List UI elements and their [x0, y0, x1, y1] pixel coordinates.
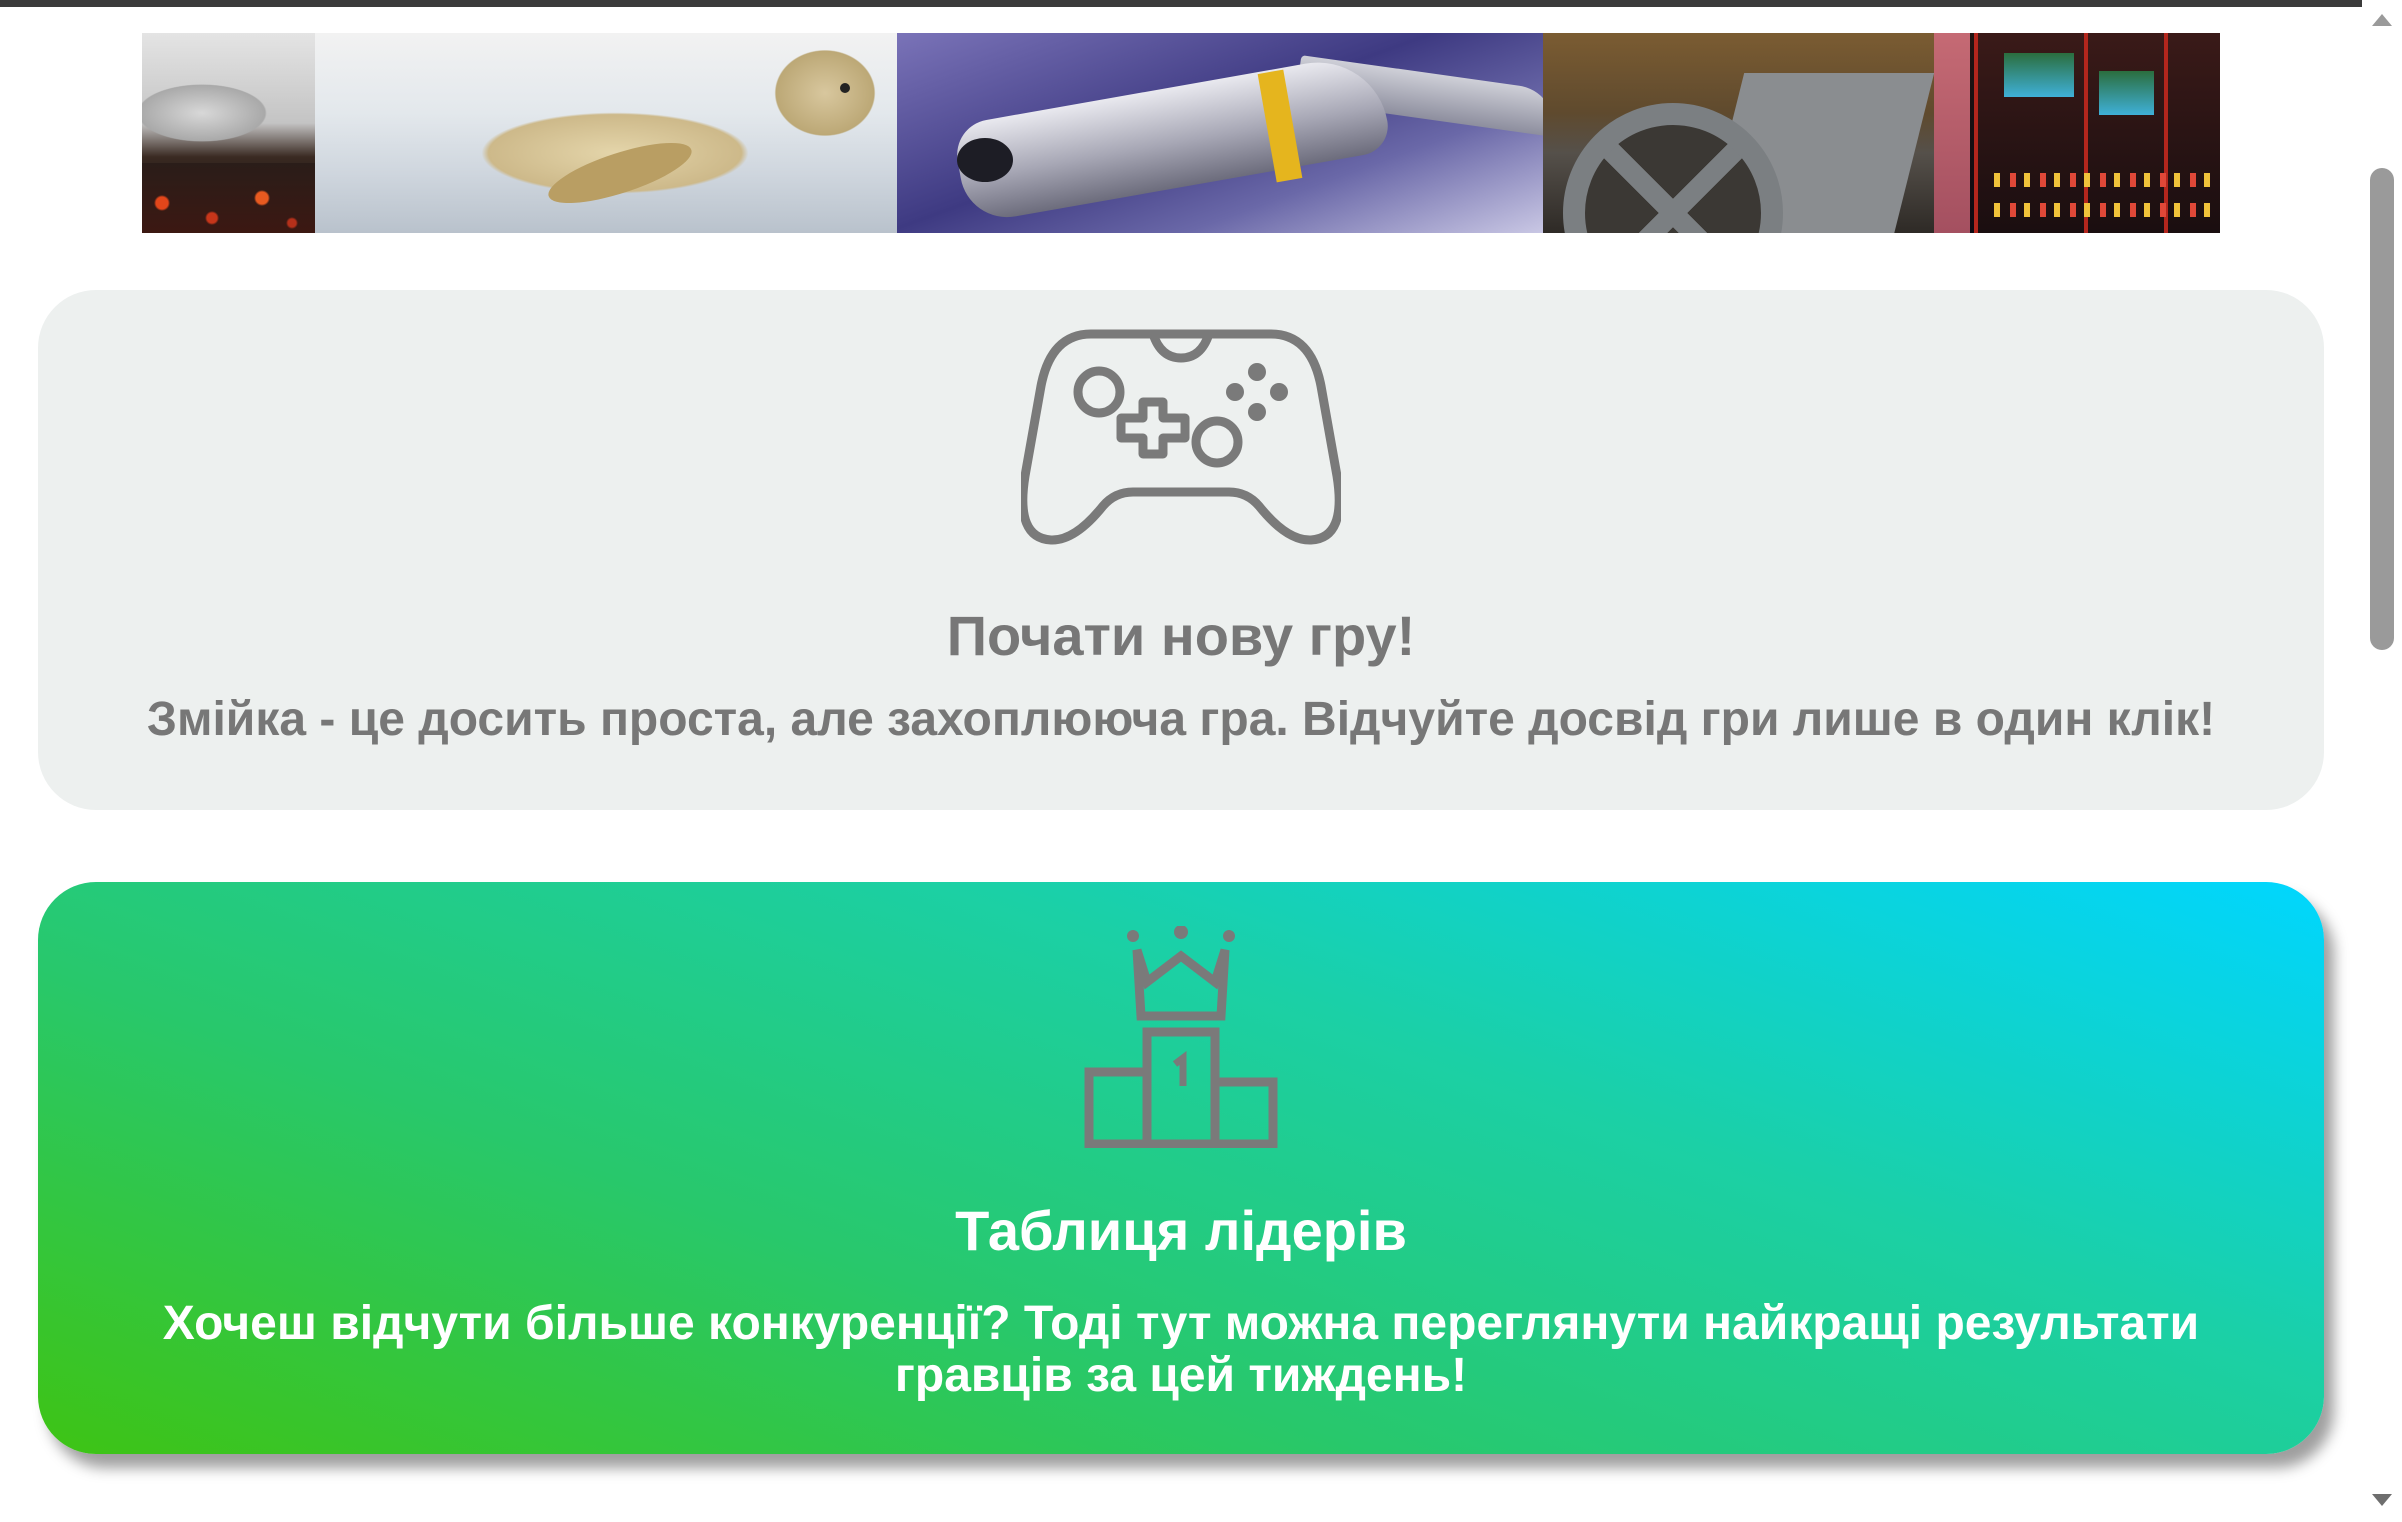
page: Почати нову гру! Змійка - це досить прос… [0, 0, 2402, 1522]
top-edge-bar [0, 0, 2362, 7]
arcade-tile [1934, 33, 2220, 233]
leaderboard-title: Таблиця лідерів [955, 1199, 1407, 1262]
lava-tile [142, 33, 315, 233]
seal-tile [315, 33, 897, 233]
new-game-card[interactable]: Почати нову гру! Змійка - це досить прос… [38, 290, 2324, 810]
gamepad-icon [1018, 326, 1344, 555]
scroll-down-arrow-icon[interactable] [2372, 1494, 2392, 1506]
game-collage-banner [142, 33, 2220, 233]
new-game-title: Почати нову гру! [946, 604, 1416, 667]
leaderboard-card[interactable]: Таблиця лідерів Хочеш відчути більше кон… [38, 882, 2324, 1454]
vertical-scrollbar[interactable] [2362, 0, 2402, 1522]
jet-tile [897, 33, 1543, 233]
podium-crown-icon [1081, 925, 1281, 1153]
scroll-thumb[interactable] [2370, 168, 2394, 650]
new-game-description: Змійка - це досить проста, але захоплююч… [146, 693, 2216, 746]
leaderboard-description: Хочеш відчути більше конкуренції? Тоді т… [162, 1297, 2200, 1402]
tank-wheel-tile [1543, 33, 1934, 233]
scroll-up-arrow-icon[interactable] [2372, 14, 2392, 26]
